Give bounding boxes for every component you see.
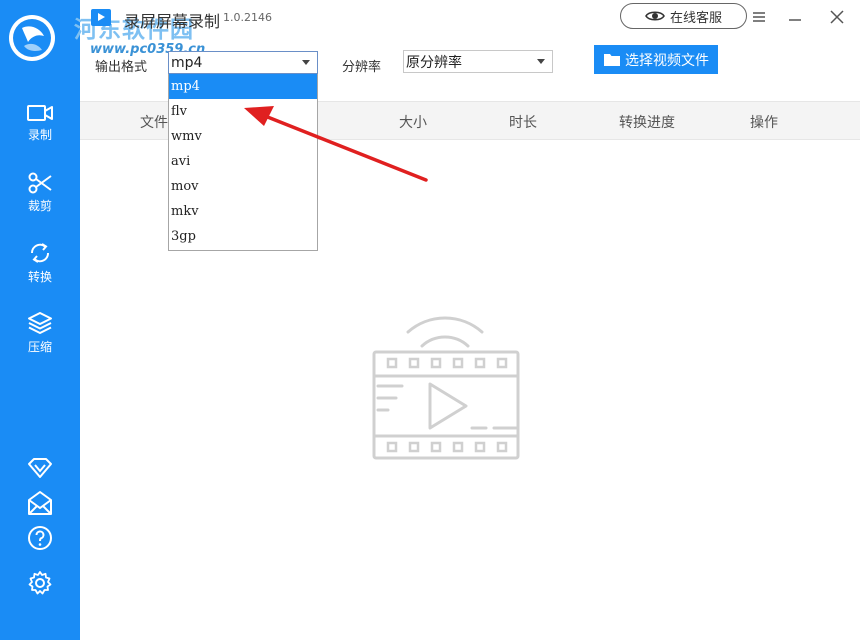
close-icon (830, 10, 844, 24)
close-button[interactable] (826, 6, 848, 28)
column-header-duration[interactable]: 时长 (509, 112, 537, 132)
sidebar-item-record[interactable]: 录制 (0, 93, 80, 153)
format-option-3gp[interactable]: 3gp (169, 224, 317, 249)
layers-icon (28, 312, 52, 334)
video-camera-icon (27, 105, 53, 121)
sidebar-item-crop[interactable]: 裁剪 (0, 163, 80, 223)
watermark-logo-icon (9, 15, 55, 61)
output-format-value: mp4 (171, 54, 203, 71)
vip-diamond-icon[interactable] (24, 452, 56, 484)
output-format-label: 输出格式 (95, 60, 148, 75)
sidebar-item-label: 转换 (27, 270, 52, 284)
annotation-arrow-icon (244, 106, 428, 182)
resolution-value: 原分辨率 (406, 54, 462, 71)
menu-button[interactable] (748, 6, 770, 28)
resolution-label: 分辨率 (342, 60, 382, 75)
app-title: 录屏屏幕录制 (124, 12, 221, 31)
sidebar-item-label: 压缩 (27, 340, 52, 354)
sidebar-item-compress[interactable]: 压缩 (0, 303, 80, 363)
format-option-mkv[interactable]: mkv (169, 199, 317, 224)
app-version: 1.0.2146 (223, 11, 272, 24)
folder-icon (604, 54, 620, 66)
sidebar-item-convert[interactable]: 转换 (0, 233, 80, 293)
help-icon[interactable] (24, 522, 56, 554)
settings-icon[interactable] (24, 567, 56, 599)
sidebar-item-label: 录制 (27, 128, 52, 142)
app-window: 录制 裁剪 转换 压缩 河东软件园 www.pc0359.cn 录屏屏幕录制 1… (0, 0, 860, 640)
minimize-button[interactable] (784, 6, 806, 28)
online-service-button[interactable]: 在线客服 (620, 3, 747, 29)
minimize-icon (789, 19, 801, 21)
chevron-down-icon (537, 59, 545, 64)
empty-video-illustration-icon (372, 316, 520, 460)
chevron-down-icon (302, 60, 310, 65)
sidebar: 录制 裁剪 转换 压缩 (0, 0, 80, 640)
scissors-icon (28, 172, 52, 194)
app-logo-icon (91, 9, 111, 26)
column-header-file[interactable]: 文件 (140, 112, 168, 132)
column-header-actions[interactable]: 操作 (750, 112, 778, 132)
eye-icon (645, 11, 665, 21)
resolution-select[interactable]: 原分辨率 (403, 50, 553, 73)
format-option-mp4[interactable]: mp4 (169, 74, 317, 99)
column-header-progress[interactable]: 转换进度 (619, 112, 675, 132)
sidebar-item-label: 裁剪 (27, 199, 52, 213)
mail-icon[interactable] (24, 487, 56, 519)
online-service-label: 在线客服 (669, 10, 722, 26)
choose-video-file-label: 选择视频文件 (625, 52, 709, 69)
choose-video-file-button[interactable]: 选择视频文件 (594, 45, 718, 74)
hamburger-icon (753, 12, 765, 22)
convert-icon (30, 243, 50, 263)
output-format-select[interactable]: mp4 (168, 51, 318, 74)
